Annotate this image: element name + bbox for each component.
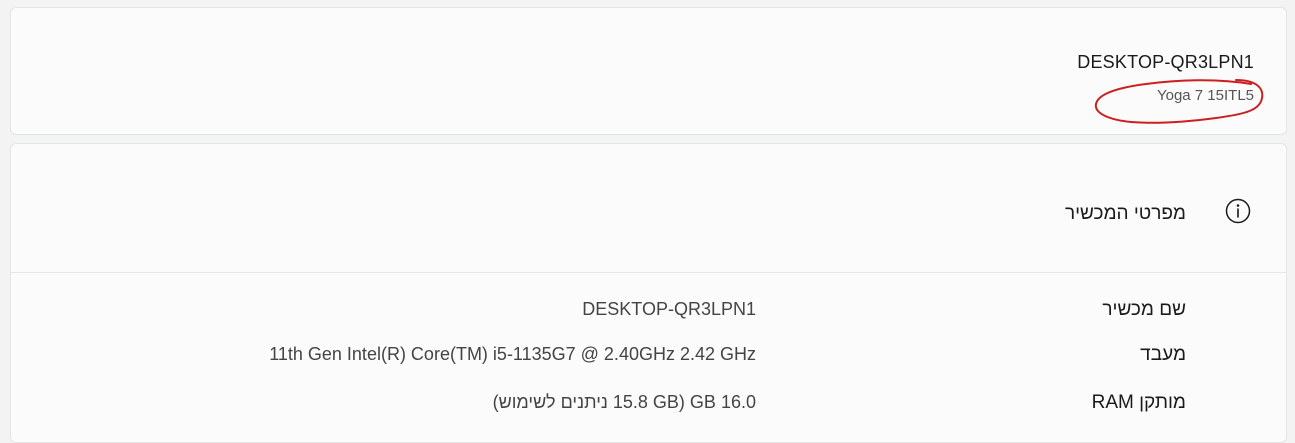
- spec-value: 16.0 GB (15.8 GB ניתנים לשימוש): [492, 392, 756, 412]
- spec-value: DESKTOP-QR3LPN1: [582, 299, 756, 319]
- spec-row-processor: מעבד 11th Gen Intel(R) Core(TM) i5-1135G…: [11, 344, 1286, 374]
- spec-label: מותקן RAM: [1091, 392, 1186, 413]
- spec-label: מעבד: [1140, 344, 1186, 365]
- spec-value: 11th Gen Intel(R) Core(TM) i5-1135G7 @ 2…: [269, 344, 756, 364]
- device-summary-card: DESKTOP-QR3LPN1 Yoga 7 15ITL5: [10, 7, 1287, 135]
- spec-row-ram: מותקן RAM 16.0 GB (15.8 GB ניתנים לשימוש…: [11, 392, 1286, 422]
- device-specs-card: מפרטי המכשיר שם מכשיר DESKTOP-QR3LPN1 מע…: [10, 143, 1287, 443]
- spec-row-device-name: שם מכשיר DESKTOP-QR3LPN1: [11, 299, 1286, 329]
- device-specs-header[interactable]: מפרטי המכשיר: [11, 144, 1286, 273]
- specs-title: מפרטי המכשיר: [1064, 203, 1186, 224]
- info-icon: [1225, 198, 1251, 224]
- spec-label: שם מכשיר: [1102, 299, 1186, 320]
- device-name: DESKTOP-QR3LPN1: [1077, 52, 1254, 72]
- device-model: Yoga 7 15ITL5: [1156, 87, 1254, 104]
